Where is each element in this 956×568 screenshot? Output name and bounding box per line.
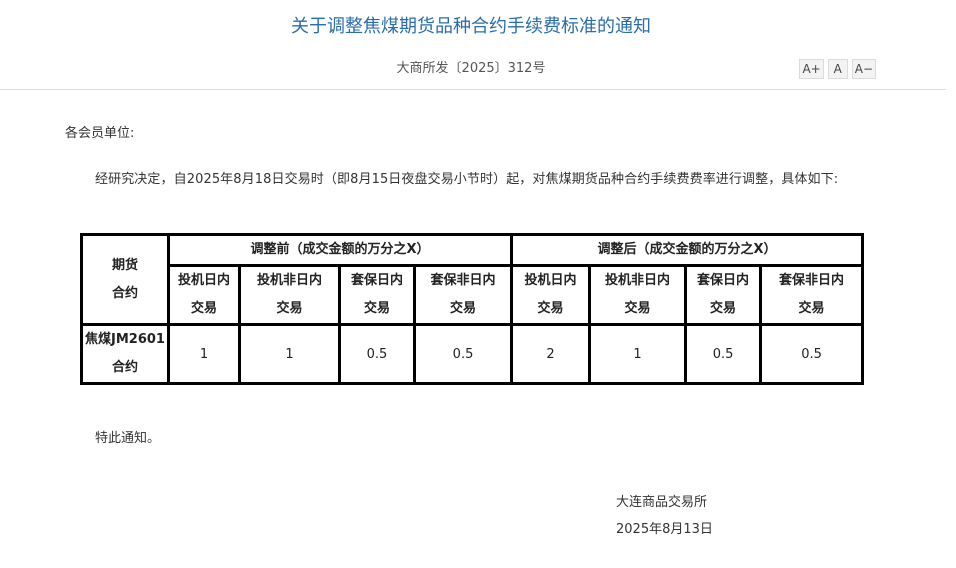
column-header-line1: 投机非日内	[256, 273, 322, 288]
column-header-line2: 交易	[363, 301, 390, 316]
font-size-controls: A+ A A−	[799, 59, 876, 79]
column-header-line2: 交易	[710, 301, 737, 316]
column-header: 套保日内 交易	[338, 264, 416, 326]
closing-text: 特此通知。	[95, 431, 161, 446]
fee-table: 期货 合约 调整前（成交金额的万分之X） 调整后（成交金额的万分之X） 投机日内…	[80, 233, 865, 385]
column-header: 投机日内 交易	[167, 264, 241, 326]
contract-name-line1: 焦煤JM2601	[85, 332, 165, 347]
contract-name-line2: 合约	[111, 360, 138, 375]
column-header: 套保非日内 交易	[759, 264, 865, 326]
column-header: 投机非日内 交易	[238, 264, 341, 326]
font-normal-button[interactable]: A	[827, 59, 848, 79]
issue-date: 2025年8月13日	[616, 522, 713, 537]
fee-value-cell: 0.5	[684, 323, 763, 385]
column-header-line1: 套保日内	[697, 273, 750, 288]
column-header-line2: 交易	[624, 301, 651, 316]
fee-value-cell: 0.5	[338, 323, 416, 385]
column-header-line2: 交易	[450, 301, 477, 316]
table-row: 焦煤JM2601 合约 1 1 0.5 0.5 2 1 0.5 0.5	[80, 323, 865, 385]
contract-header-line2: 合约	[111, 285, 138, 301]
column-header: 套保非日内 交易	[412, 264, 514, 326]
column-header: 套保日内 交易	[684, 264, 763, 326]
notice-title: 关于调整焦煤期货品种合约手续费标准的通知	[291, 16, 651, 37]
header-divider	[0, 89, 946, 90]
column-header-line1: 套保非日内	[779, 273, 845, 288]
column-header: 投机非日内 交易	[588, 264, 688, 326]
fee-value-cell: 0.5	[412, 323, 514, 385]
contract-header-line1: 期货	[111, 257, 138, 273]
fee-value-cell: 0.5	[759, 323, 865, 385]
fee-value-cell: 2	[510, 323, 592, 385]
column-header-line1: 投机日内	[524, 273, 577, 288]
column-header-line2: 交易	[190, 301, 217, 316]
contract-name-cell: 焦煤JM2601 合约	[80, 323, 170, 385]
fee-value-cell: 1	[167, 323, 241, 385]
column-header-line2: 交易	[537, 301, 564, 316]
column-header-line1: 套保日内	[350, 273, 403, 288]
contract-header-cell: 期货 合约	[80, 233, 170, 326]
column-header: 投机日内 交易	[510, 264, 592, 326]
group-header-before: 调整前（成交金额的万分之X）	[166, 233, 514, 267]
fee-value-cell: 1	[238, 323, 341, 385]
column-header-line1: 投机日内	[177, 273, 230, 288]
font-decrease-button[interactable]: A−	[851, 59, 876, 79]
body-paragraph: 经研究决定，自2025年8月18日交易时（即8月15日夜盘交易小节时）起，对焦煤…	[95, 172, 839, 187]
column-header-line1: 投机非日内	[605, 273, 671, 288]
fee-value-cell: 1	[588, 323, 688, 385]
column-header-line1: 套保非日内	[430, 273, 496, 288]
font-increase-button[interactable]: A+	[799, 59, 824, 79]
column-header-line2: 交易	[798, 301, 825, 316]
salutation: 各会员单位:	[65, 126, 135, 141]
issuer-name: 大连商品交易所	[616, 495, 708, 510]
column-header-line2: 交易	[276, 301, 303, 316]
group-header-after: 调整后（成交金额的万分之X）	[510, 233, 865, 267]
